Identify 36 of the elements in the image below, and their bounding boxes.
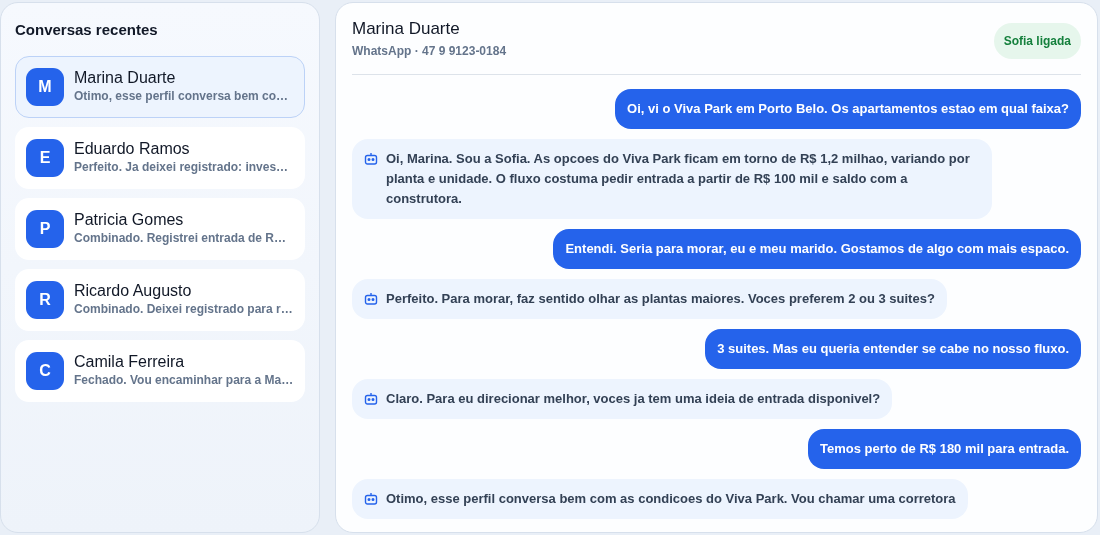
message-preview: Combinado. Deixei registrado para r… <box>74 301 293 319</box>
robot-icon <box>364 492 378 506</box>
avatar-initial: M <box>26 67 64 106</box>
avatar-initial: R <box>26 280 64 319</box>
contact-name: Ricardo Augusto <box>74 280 193 301</box>
conversation-item[interactable]: P Patricia Gomes Combinado. Registrei entrada de R… <box>15 197 305 260</box>
message-preview: Otimo, esse perfil conversa bem co… <box>74 88 289 106</box>
contact-name: Camila Ferreira <box>74 351 186 372</box>
conversation-item[interactable]: M Marina Duarte Otimo, esse perfil conversa bem co… <box>15 55 305 118</box>
message-preview: Perfeito. Ja deixei registrado: inves… <box>74 159 289 177</box>
bot-message: Otimo, esse perfil conversa bem com as condicoes do Viva Park. Vou chamar uma corretora <box>352 479 968 520</box>
status-badge: Sofia ligada <box>993 23 1081 59</box>
conversation-item[interactable]: E Eduardo Ramos Perfeito. Ja deixei registrado: inves… <box>15 126 305 189</box>
robot-icon <box>364 292 378 306</box>
message-preview: Combinado. Registrei entrada de R… <box>74 230 287 248</box>
bot-message: Perfeito. Para morar, faz sentido olhar as plantas maiores. Voces preferem 2 ou 3 suites? <box>352 279 947 320</box>
robot-icon <box>364 152 378 166</box>
contact-name: Patricia Gomes <box>74 209 185 230</box>
user-message: 3 suites. Mas eu queria entender se cabe no nosso fluxo. <box>705 329 1081 370</box>
avatar-initial: E <box>26 138 64 177</box>
avatar-initial: P <box>26 209 64 248</box>
contact-subtitle: WhatsApp · 47 9 9123-0184 <box>352 43 507 61</box>
contact-name: Eduardo Ramos <box>74 138 191 159</box>
bot-message: Oi, Marina. Sou a Sofia. As opcoes do Viva Park ficam em torno de R$ 1,2 milhao, variando por planta e unidade. O fluxo costuma pedir entrada a partir de R$ 100 mil e saldo com a construtora. <box>352 139 992 220</box>
user-message: Entendi. Seria para morar, eu e meu marido. Gostamos de algo com mais espaco. <box>553 229 1081 270</box>
robot-icon <box>364 392 378 406</box>
conversation-item[interactable]: C Camila Ferreira Fechado. Vou encaminhar para a Ma… <box>15 339 305 402</box>
conversation-item[interactable]: R Ricardo Augusto Combinado. Deixei registrado para r… <box>15 268 305 331</box>
contact-name: Marina Duarte <box>352 19 461 40</box>
avatar-initial: C <box>26 351 64 390</box>
user-message: Oi, vi o Viva Park em Porto Belo. Os apartamentos estao em qual faixa? <box>615 89 1081 130</box>
message-preview: Fechado. Vou encaminhar para a Ma… <box>74 372 294 390</box>
contact-name: Marina Duarte <box>74 67 177 88</box>
bot-message: Claro. Para eu direcionar melhor, voces ja tem uma ideia de entrada disponivel? <box>352 379 893 420</box>
sidebar-title: Conversas recentes <box>15 20 159 40</box>
user-message: Temos perto de R$ 180 mil para entrada. <box>808 429 1081 470</box>
